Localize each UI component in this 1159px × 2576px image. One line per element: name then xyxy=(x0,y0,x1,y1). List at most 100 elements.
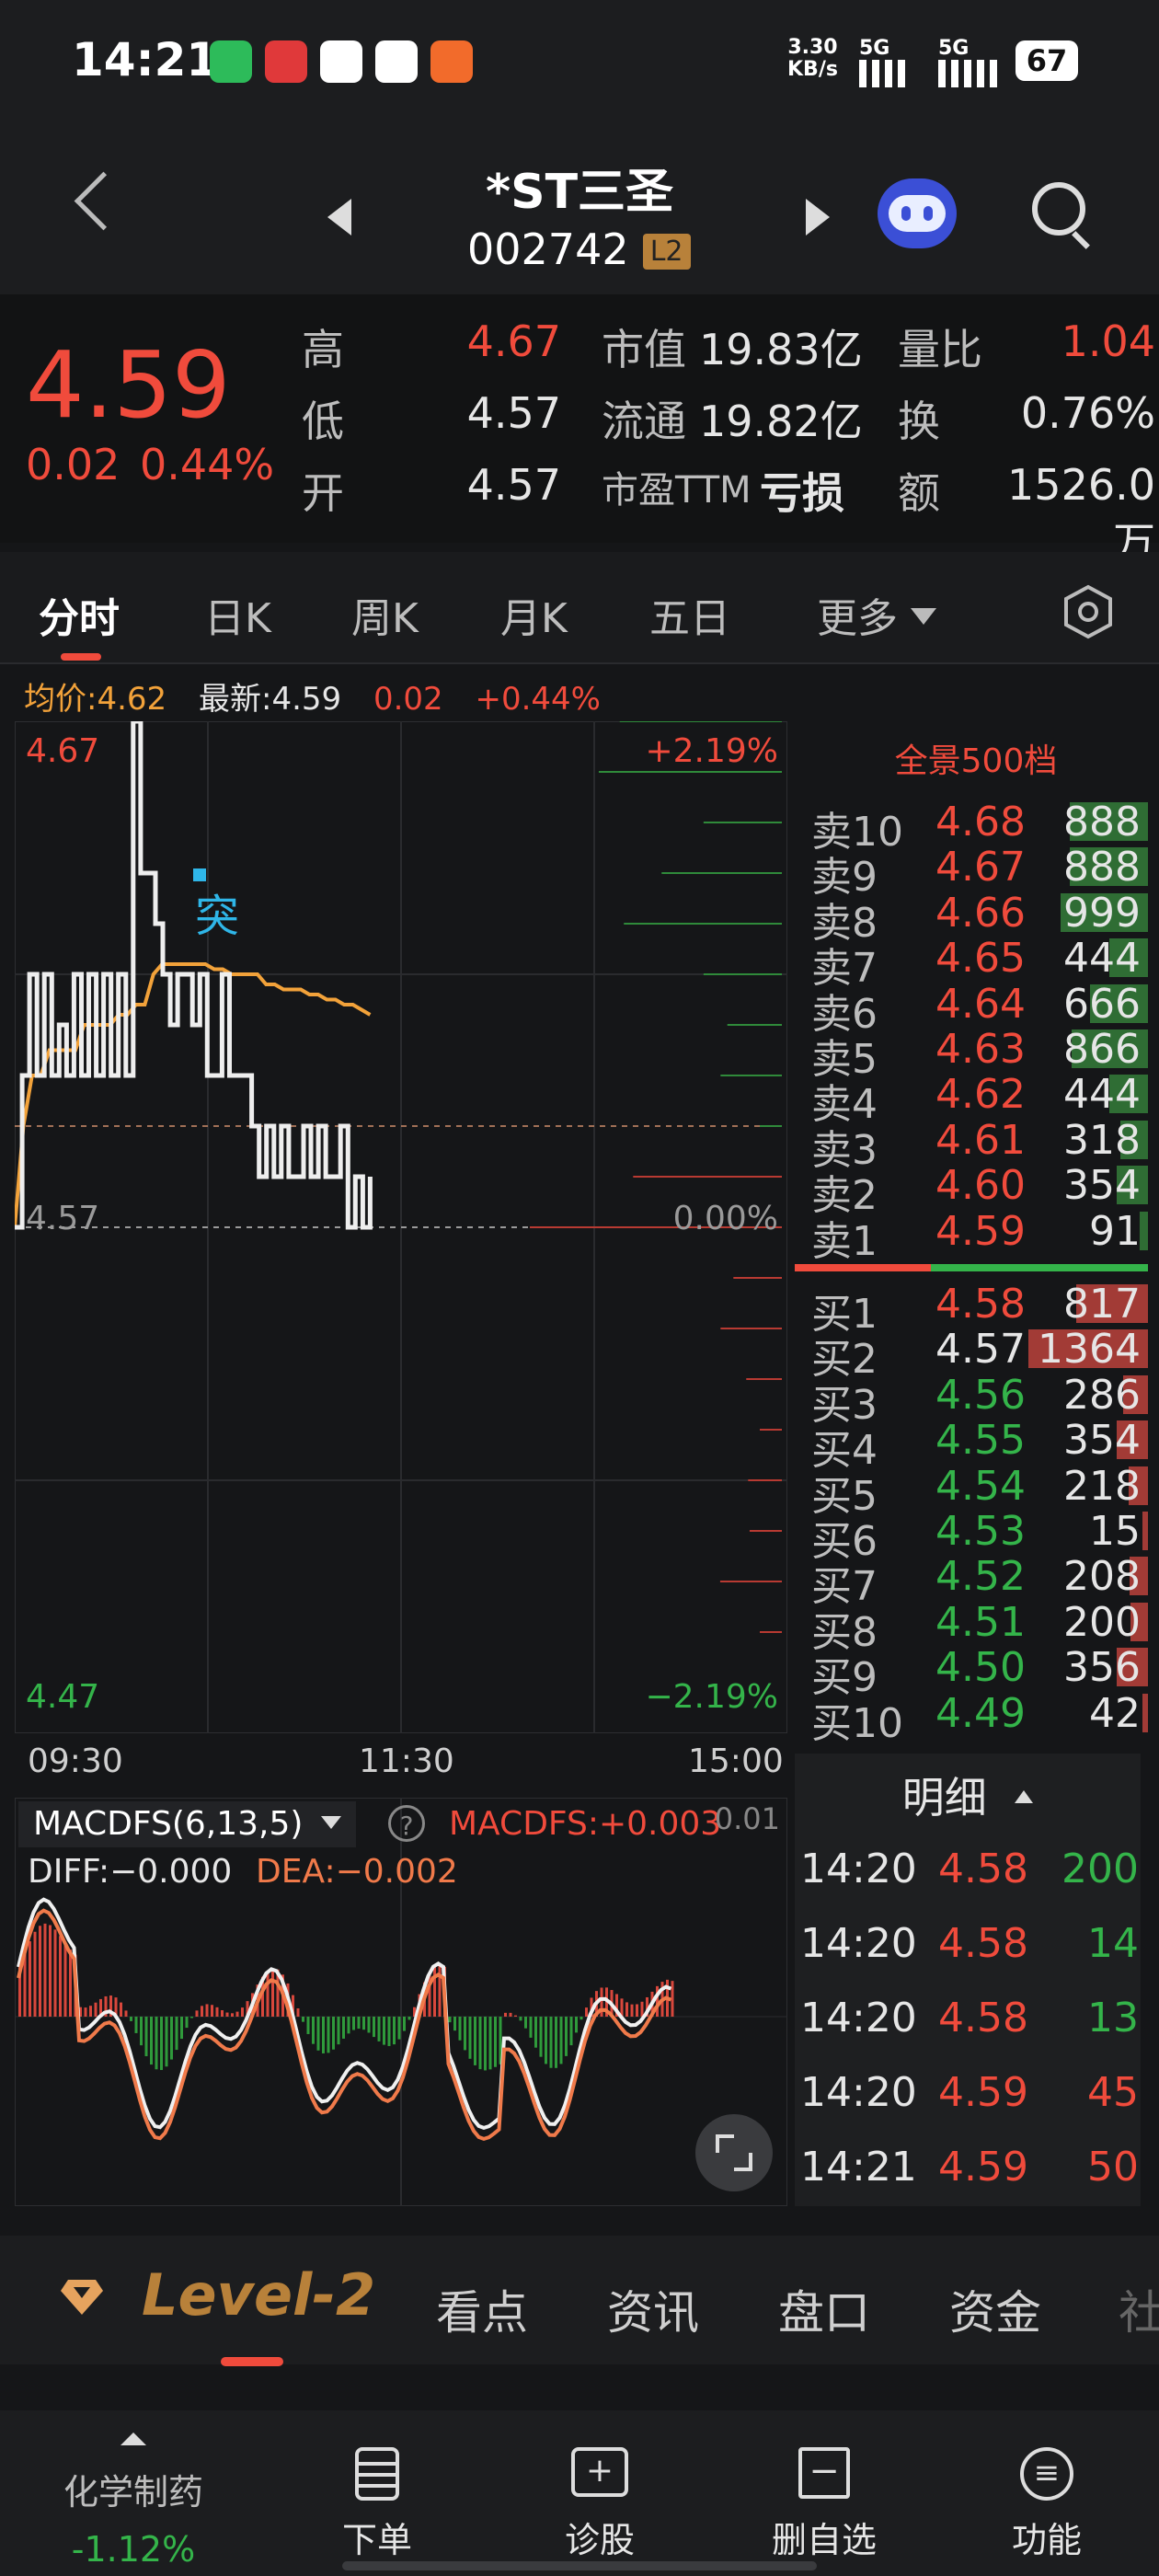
detail-title-row[interactable]: 明细 xyxy=(795,1765,1141,1825)
bid-row[interactable]: 买1 4.58 817 xyxy=(793,1281,1159,1338)
macd-bar xyxy=(215,2007,219,2017)
net-speed: 3.30 KB/s xyxy=(787,37,838,81)
bid-row[interactable]: 买3 4.56 286 xyxy=(793,1372,1159,1429)
macd-bar xyxy=(43,1923,47,2017)
ask-row[interactable]: 卖2 4.60 354 xyxy=(793,1162,1159,1219)
diagnose-nav[interactable]: + 诊股 xyxy=(526,2447,673,2562)
tab-intraday[interactable]: 分时 xyxy=(39,585,120,644)
macd-bar xyxy=(89,2006,92,2017)
ask-row[interactable]: 卖3 4.61 318 xyxy=(793,1117,1159,1174)
macd-bar xyxy=(357,2017,361,2030)
bid-row[interactable]: 买5 4.54 218 xyxy=(793,1463,1159,1520)
wechat-icon xyxy=(210,40,252,83)
macd-indicator-selector[interactable]: MACDFS(6,13,5) xyxy=(18,1801,356,1847)
macd-bar xyxy=(438,1964,442,2017)
ask-row[interactable]: 卖9 4.67 888 xyxy=(793,844,1159,901)
sector-item[interactable]: 化学制药 -1.12% xyxy=(37,2432,230,2570)
caret-down-icon xyxy=(320,1816,341,1829)
macd-bar xyxy=(306,2017,310,2034)
trade-detail-panel[interactable]: 明细 14:20 4.58 200 14:20 4.58 14 14:20 4.58 13 14:… xyxy=(795,1754,1141,2206)
x-axis-mid: 11:30 xyxy=(359,1742,454,1780)
tab-news[interactable]: 资讯 xyxy=(607,2276,699,2342)
detail-price: 4.59 xyxy=(938,2144,1028,2191)
macd-bar xyxy=(367,2017,371,2033)
ask-row[interactable]: 卖1 4.59 91 xyxy=(793,1208,1159,1265)
detail-title: 明细 xyxy=(901,1773,987,1823)
bid-row[interactable]: 买10 4.49 42 xyxy=(793,1690,1159,1747)
ask-row[interactable]: 卖6 4.64 666 xyxy=(793,980,1159,1038)
ask-row[interactable]: 卖4 4.62 444 xyxy=(793,1071,1159,1128)
tab-daily-k[interactable]: 日K xyxy=(204,585,271,644)
high-value: 4.67 xyxy=(466,316,561,366)
intraday-chart[interactable]: 4.67 4.57 4.47 +2.19% 0.00% −2.19% 突 xyxy=(13,670,788,1734)
order-nav[interactable]: 下单 xyxy=(304,2447,451,2562)
fullscreen-icon[interactable] xyxy=(695,2114,773,2191)
bid-row[interactable]: 买2 4.57 1364 xyxy=(793,1326,1159,1383)
level-volume: 666 xyxy=(1063,980,1141,1028)
detail-price: 4.58 xyxy=(938,1920,1028,1967)
hexagon-settings-icon[interactable] xyxy=(1060,583,1117,640)
macd-bar xyxy=(231,2013,234,2017)
macd-bar xyxy=(170,2017,173,2060)
battery-icon: 67 xyxy=(1016,40,1078,81)
signal-1-icon: 5G xyxy=(859,37,914,87)
function-nav[interactable]: ≡ 功能 xyxy=(973,2447,1120,2562)
next-stock-icon[interactable] xyxy=(806,199,830,236)
macd-panel[interactable]: MACDFS(6,13,5) ? MACDFS:+0.003 0.01 DIFF… xyxy=(14,1797,788,2207)
macd-bar xyxy=(352,2017,355,2030)
macd-indicator-name: MACDFS(6,13,5) xyxy=(33,1805,304,1843)
status-bar: 14:21 3.30 KB/s 5G 5G 67 xyxy=(0,0,1159,129)
ask-row[interactable]: 卖5 4.63 866 xyxy=(793,1026,1159,1083)
bid-row[interactable]: 买9 4.50 356 xyxy=(793,1644,1159,1701)
robot-assistant-icon[interactable] xyxy=(878,178,957,248)
macd-axis-top: 0.01 xyxy=(714,1801,780,1836)
macd-bar xyxy=(302,2017,304,2022)
tab-monthly-k[interactable]: 月K xyxy=(500,585,568,644)
help-icon[interactable]: ? xyxy=(388,1805,425,1842)
tab-community[interactable]: 社 xyxy=(1119,2276,1159,2342)
tab-highlights[interactable]: 看点 xyxy=(436,2276,528,2342)
tab-five-day[interactable]: 五日 xyxy=(649,585,730,644)
macd-bar xyxy=(524,2017,527,2029)
back-icon[interactable] xyxy=(74,171,133,231)
detail-time: 14:20 xyxy=(800,1846,917,1892)
signal-2-icon: 5G xyxy=(938,37,1003,87)
bid-row[interactable]: 买6 4.53 15 xyxy=(793,1508,1159,1565)
ask-row[interactable]: 卖10 4.68 888 xyxy=(793,799,1159,856)
tab-more-label: 更多 xyxy=(817,595,898,642)
sector-name: 化学制药 xyxy=(63,2472,203,2513)
bid-row[interactable]: 买4 4.55 354 xyxy=(793,1417,1159,1474)
ask-row[interactable]: 卖7 4.65 444 xyxy=(793,935,1159,992)
search-icon[interactable] xyxy=(1032,182,1090,249)
detail-row: 14:21 4.59 50 xyxy=(795,2144,1141,2217)
vol-ratio-value: 1.04 xyxy=(1061,316,1155,366)
macd-bar xyxy=(555,2017,557,2068)
tab-level2[interactable]: Level-2 xyxy=(142,2261,375,2329)
macd-bar xyxy=(362,2017,365,2030)
ask-row[interactable]: 卖8 4.66 999 xyxy=(793,890,1159,947)
low-value: 4.57 xyxy=(466,388,561,438)
remove-watchlist-nav[interactable]: − 删自选 xyxy=(751,2447,898,2562)
macd-bar xyxy=(59,1936,62,2017)
tab-weekly-k[interactable]: 周K xyxy=(351,585,419,644)
detail-row: 14:20 4.58 13 xyxy=(795,1995,1141,2068)
order-book-title[interactable]: 全景500档 xyxy=(793,734,1159,782)
macd-bar xyxy=(84,2007,87,2017)
prev-stock-icon[interactable] xyxy=(327,199,351,236)
macd-bar xyxy=(124,2010,128,2017)
avg-price-label: 均价:4.62 xyxy=(24,681,167,718)
macd-bar xyxy=(474,2017,476,2065)
tab-capital[interactable]: 资金 xyxy=(949,2276,1041,2342)
bid-row[interactable]: 买7 4.52 208 xyxy=(793,1553,1159,1610)
tab-orderbook[interactable]: 盘口 xyxy=(778,2276,870,2342)
macd-bar xyxy=(266,1971,270,2017)
diagnose-label: 诊股 xyxy=(564,2520,635,2560)
bid-ask-divider-green xyxy=(931,1264,1148,1271)
level-price: 4.64 xyxy=(935,980,1026,1028)
tab-more[interactable]: 更多 xyxy=(817,585,936,644)
tab-active-indicator-bottom xyxy=(221,2357,283,2366)
diff-value: DIFF:−0.000 xyxy=(28,1853,233,1891)
macd-bar xyxy=(337,2017,340,2045)
bid-row[interactable]: 买8 4.51 200 xyxy=(793,1599,1159,1656)
macd-bar xyxy=(393,2017,396,2045)
